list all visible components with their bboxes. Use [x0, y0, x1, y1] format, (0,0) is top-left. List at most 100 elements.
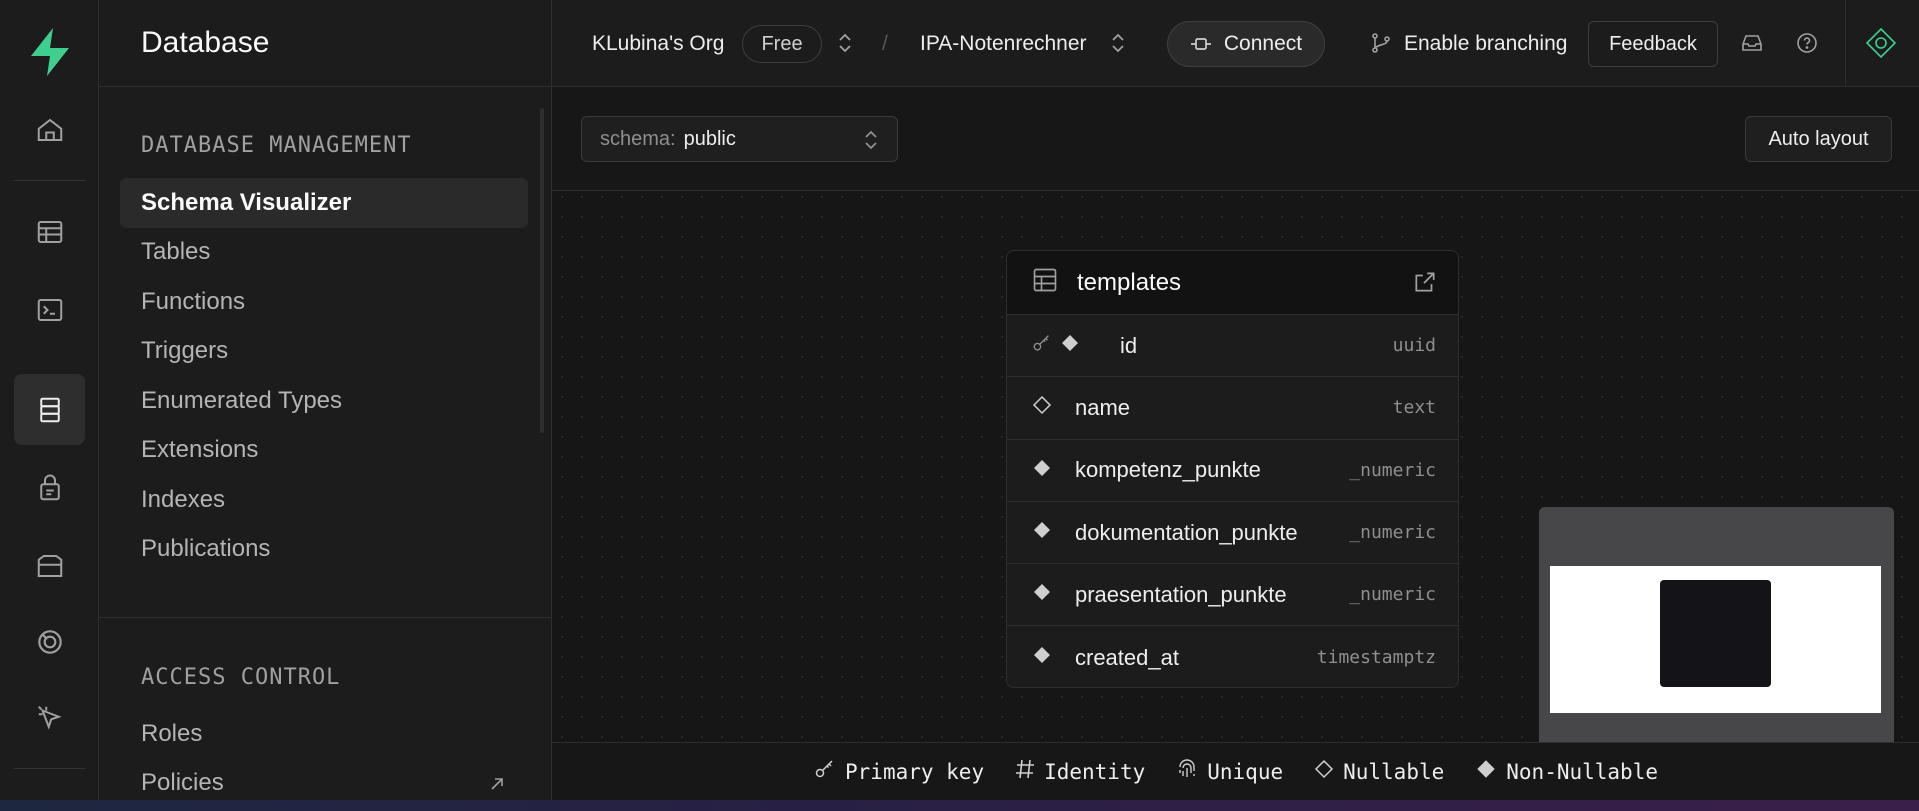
sidebar-item-schema-visualizer[interactable]: Schema Visualizer — [120, 178, 528, 228]
sidebar-item-publications[interactable]: Publications — [120, 524, 528, 574]
nullable-icon — [1031, 394, 1053, 421]
external-link-icon — [488, 772, 506, 800]
legend-identity: Identity — [1014, 758, 1145, 785]
legend-unique: Unique — [1175, 757, 1283, 786]
sidebar-item-triggers[interactable]: Triggers — [120, 326, 528, 376]
minimap[interactable] — [1539, 507, 1894, 742]
open-table-external-icon[interactable] — [1412, 269, 1438, 300]
legend-non-nullable: Non-Nullable — [1474, 757, 1658, 786]
minimap-viewport[interactable] — [1550, 566, 1881, 713]
column-name: created_at — [1075, 644, 1179, 670]
project-switcher-chevron-icon[interactable] — [1101, 26, 1135, 60]
table-row[interactable]: kompetenz_punkte _numeric — [1007, 439, 1458, 502]
connect-button[interactable]: Connect — [1167, 21, 1325, 67]
key-icon — [1031, 332, 1053, 359]
section-access-control: ACCESS CONTROL — [141, 665, 341, 690]
table-row[interactable]: dokumentation_punkte _numeric — [1007, 501, 1458, 565]
org-switcher-chevron-icon[interactable] — [828, 26, 862, 60]
column-type: text — [1392, 397, 1436, 419]
supabase-logo-icon[interactable] — [14, 16, 85, 87]
rail-divider — [14, 768, 85, 769]
table-row[interactable]: created_at timestamptz — [1007, 626, 1458, 687]
sidebar-item-functions[interactable]: Functions — [120, 277, 528, 327]
nullable-icon — [1313, 758, 1335, 785]
non-nullable-icon — [1031, 581, 1053, 608]
column-name: id — [1120, 332, 1138, 358]
help-icon[interactable] — [1790, 26, 1824, 60]
storage-icon[interactable] — [14, 530, 85, 601]
column-name: praesentation_punkte — [1075, 581, 1287, 607]
feedback-button[interactable]: Feedback — [1588, 21, 1718, 67]
column-name: dokumentation_punkte — [1075, 519, 1298, 545]
sidebar-item-tables[interactable]: Tables — [120, 227, 528, 277]
non-nullable-icon — [1474, 757, 1498, 786]
database-icon[interactable] — [14, 374, 85, 445]
column-name: name — [1075, 394, 1131, 420]
auto-layout-button[interactable]: Auto layout — [1745, 116, 1892, 162]
hash-icon — [1014, 758, 1036, 785]
rail-divider — [14, 180, 85, 181]
chevron-updown-icon — [863, 129, 879, 157]
non-nullable-icon — [1059, 332, 1081, 359]
table-row[interactable]: id uuid — [1007, 315, 1458, 378]
connect-label: Connect — [1223, 32, 1303, 55]
sidebar-item-roles[interactable]: Roles — [120, 709, 528, 759]
table-node-templates[interactable]: templates id uuid name text kompetenz_pu… — [1006, 250, 1459, 688]
non-nullable-icon — [1031, 644, 1053, 671]
column-type: uuid — [1392, 335, 1436, 357]
fingerprint-icon — [1175, 757, 1199, 786]
sidebar-item-indexes[interactable]: Indexes — [120, 475, 528, 525]
key-icon — [813, 757, 837, 786]
table-row[interactable]: name text — [1007, 377, 1458, 440]
realtime-icon[interactable] — [14, 606, 85, 677]
column-type: _numeric — [1349, 459, 1436, 481]
schema-select-label: schema: — [600, 127, 676, 150]
legend-non-nullable-label: Non-Nullable — [1506, 759, 1658, 784]
non-nullable-icon — [1031, 519, 1053, 546]
minimap-node — [1660, 580, 1771, 687]
sidebar-item-policies-label: Policies — [141, 769, 224, 796]
plan-badge: Free — [742, 25, 822, 63]
topbar-divider — [1845, 0, 1846, 87]
sql-editor-icon[interactable] — [14, 274, 85, 345]
inbox-icon[interactable] — [1735, 26, 1769, 60]
column-type: timestamptz — [1316, 647, 1436, 669]
legend: Primary key Identity Unique Nullable Non… — [552, 742, 1919, 800]
schema-select[interactable]: schema: public — [581, 116, 898, 162]
sidebar-item-enumerated-types[interactable]: Enumerated Types — [120, 376, 528, 426]
table-editor-icon[interactable] — [14, 196, 85, 267]
home-icon[interactable] — [14, 94, 85, 165]
legend-identity-label: Identity — [1044, 759, 1146, 784]
canvas-toolbar: schema: public Auto layout — [552, 87, 1919, 191]
auth-icon[interactable] — [14, 452, 85, 523]
schema-canvas[interactable]: schema: public Auto layout templates id — [552, 87, 1919, 800]
assistant-icon[interactable] — [1864, 26, 1898, 60]
sidebar-title: Database — [99, 0, 551, 87]
column-name: kompetenz_punkte — [1075, 457, 1261, 483]
project-name[interactable]: IPA-Notenrechner — [920, 0, 1087, 87]
legend-primary-key-label: Primary key — [845, 759, 985, 784]
enable-branching-button[interactable]: Enable branching — [1404, 0, 1567, 87]
table-icon — [1031, 266, 1059, 299]
table-node-header: templates — [1007, 251, 1458, 315]
taskbar-strip — [0, 800, 1919, 811]
column-type: _numeric — [1349, 522, 1436, 544]
branch-icon — [1364, 26, 1398, 60]
cursor-icon[interactable] — [14, 682, 85, 753]
schema-select-value: public — [683, 127, 736, 150]
table-name: templates — [1077, 268, 1182, 296]
sidebar-item-extensions[interactable]: Extensions — [120, 425, 528, 475]
top-bar: KLubina's Org Free / IPA-Notenrechner Co… — [552, 0, 1919, 87]
section-database-management: DATABASE MANAGEMENT — [141, 133, 412, 158]
sidebar: Database DATABASE MANAGEMENT Schema Visu… — [99, 0, 552, 800]
sidebar-divider — [99, 617, 551, 618]
legend-unique-label: Unique — [1207, 759, 1284, 784]
table-row[interactable]: praesentation_punkte _numeric — [1007, 564, 1458, 627]
sidebar-scrollbar[interactable] — [540, 108, 544, 433]
breadcrumb-separator: / — [882, 31, 888, 55]
plug-icon — [1190, 38, 1211, 50]
legend-primary-key: Primary key — [813, 757, 984, 786]
column-type: _numeric — [1349, 584, 1436, 606]
org-name[interactable]: KLubina's Org — [592, 0, 724, 87]
non-nullable-icon — [1031, 457, 1053, 484]
